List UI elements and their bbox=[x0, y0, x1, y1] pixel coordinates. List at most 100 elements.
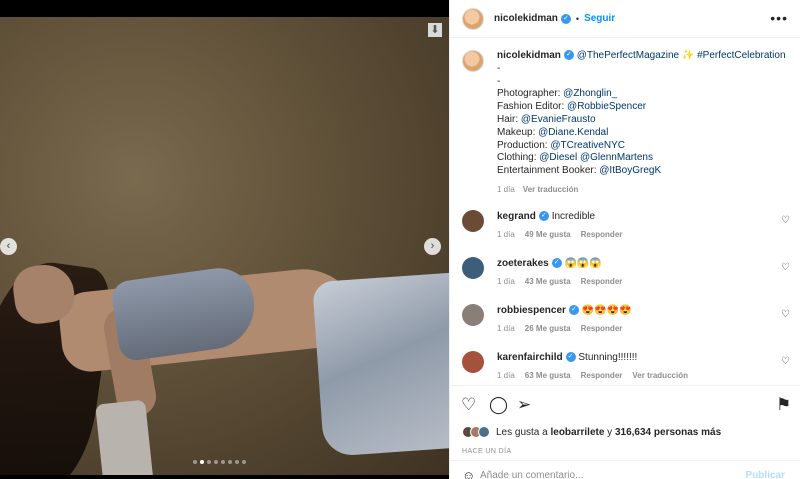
comment-bar: ☺ Publicar bbox=[450, 460, 800, 479]
likes-summary: Les gusta a leobarrilete y 316,634 perso… bbox=[462, 426, 721, 438]
comment: kegrand ✓ Incredible 1 día 49 Me gusta Resp… bbox=[462, 210, 792, 239]
verified-icon: ✓ bbox=[568, 305, 579, 316]
carousel-next-button[interactable]: › bbox=[424, 238, 441, 255]
credit-handle[interactable]: @Zhonglin_ bbox=[563, 88, 617, 99]
caption-username[interactable]: nicolekidman bbox=[497, 50, 561, 61]
publish-button[interactable]: Publicar bbox=[746, 470, 785, 479]
comment-like-icon[interactable]: ♡ bbox=[781, 262, 790, 273]
caption-dash: - bbox=[497, 75, 501, 87]
caption-hashtag[interactable]: #PerfectCelebration bbox=[697, 50, 785, 61]
comment-time[interactable]: 1 día bbox=[497, 230, 515, 239]
credit-handle[interactable]: @GlennMartens bbox=[580, 152, 653, 163]
download-icon[interactable]: ⬇ bbox=[428, 23, 442, 37]
comment-likes-label: 26 Me gusta bbox=[524, 324, 571, 333]
reply-button[interactable]: Responder bbox=[581, 371, 623, 380]
caption-avatar[interactable] bbox=[462, 50, 484, 72]
post-panel: nicolekidman ✓ • Seguir ••• nicolekidman… bbox=[449, 0, 800, 479]
comment-avatar[interactable] bbox=[462, 304, 484, 326]
comment-username[interactable]: zoeterakes bbox=[497, 258, 549, 269]
comment: karenfairchild ✓ Stunning!!!!!!! 1 día 63 … bbox=[462, 351, 792, 380]
translate-link[interactable]: Ver traducción bbox=[523, 185, 579, 194]
comment-like-icon[interactable]: ♡ bbox=[781, 215, 790, 226]
credit-handle[interactable]: @ItBoyGregK bbox=[599, 165, 661, 176]
comment-input[interactable] bbox=[480, 470, 730, 479]
reply-label: Responder bbox=[580, 277, 623, 286]
credit-label: Production: bbox=[497, 139, 551, 151]
post-media: ⬇ ‹ › bbox=[0, 0, 449, 479]
credit-line: Production: @TCreativeNYC bbox=[497, 140, 792, 153]
liker-avatar bbox=[478, 426, 490, 438]
caption-dash: - bbox=[497, 62, 501, 74]
comment-avatar[interactable] bbox=[462, 257, 484, 279]
verified-icon: ✓ bbox=[551, 258, 562, 269]
comment-username[interactable]: karenfairchild bbox=[497, 352, 563, 363]
bookmark-icon[interactable]: ⚑ bbox=[776, 395, 791, 415]
verified-icon: ✓ bbox=[563, 50, 574, 61]
carousel-dot bbox=[242, 460, 246, 464]
comment-body: karenfairchild ✓ Stunning!!!!!!! 1 día 63 … bbox=[497, 351, 792, 380]
liker-username[interactable]: leobarrilete bbox=[550, 427, 604, 438]
carousel-dot bbox=[214, 460, 218, 464]
verified-icon: ✓ bbox=[565, 352, 576, 363]
comment-time[interactable]: 1 día bbox=[497, 371, 515, 380]
photo-jeans bbox=[312, 271, 449, 458]
comment-username[interactable]: kegrand bbox=[497, 211, 536, 222]
credit-handle[interactable]: @RobbieSpencer bbox=[567, 101, 646, 112]
credit-handle[interactable]: @EvanieFrausto bbox=[521, 114, 596, 125]
like-icon[interactable]: ♡ bbox=[461, 395, 476, 415]
comment-text-line: zoeterakes ✓ 😱😱😱 bbox=[497, 257, 792, 270]
author-username[interactable]: nicolekidman bbox=[494, 13, 558, 24]
comment-likes[interactable]: 49 Me gusta bbox=[525, 230, 571, 239]
comment-like-icon[interactable]: ♡ bbox=[781, 309, 790, 320]
comment: robbiespencer ✓ 😍😍😍😍 1 día 26 Me gusta Resp… bbox=[462, 304, 792, 333]
post-photo[interactable] bbox=[0, 17, 449, 475]
comment-avatar[interactable] bbox=[462, 210, 484, 232]
credit-line: Makeup: @Diane.Kendal bbox=[497, 127, 792, 140]
comment-likes[interactable]: 26 Me gusta bbox=[525, 324, 571, 333]
comment-time[interactable]: 1 día bbox=[497, 277, 515, 286]
post-time[interactable]: HACE UN DÍA bbox=[462, 448, 512, 455]
comment-text: 😍😍😍😍 bbox=[581, 305, 632, 316]
comment-username[interactable]: robbiespencer bbox=[497, 305, 566, 316]
credit-handle[interactable]: @Diesel bbox=[539, 152, 577, 163]
follow-button[interactable]: Seguir bbox=[584, 13, 615, 24]
credit-label: Makeup: bbox=[497, 126, 539, 138]
comment-body: zoeterakes ✓ 😱😱😱 1 día 43 Me gusta Responde… bbox=[497, 257, 792, 286]
likes-middle: y bbox=[604, 426, 615, 438]
photo-sleeve bbox=[95, 399, 155, 475]
translate-link[interactable]: Ver traducción bbox=[632, 371, 688, 380]
comment-text-line: kegrand ✓ Incredible bbox=[497, 210, 792, 223]
carousel-prev-button[interactable]: ‹ bbox=[0, 238, 17, 255]
comment-likes[interactable]: 43 Me gusta bbox=[525, 277, 571, 286]
share-icon[interactable]: ➢ bbox=[517, 395, 531, 415]
comment-time[interactable]: 1 día bbox=[497, 324, 515, 333]
carousel-dot bbox=[207, 460, 211, 464]
post-header: nicolekidman ✓ • Seguir ••• bbox=[450, 0, 800, 38]
carousel-dot-active bbox=[200, 460, 204, 464]
credit-handle[interactable]: @Diane.Kendal bbox=[538, 127, 608, 138]
comment-meta: 1 día 63 Me gusta Responder Ver traducción bbox=[497, 371, 792, 380]
more-icon[interactable]: ••• bbox=[770, 10, 788, 26]
comment-avatar[interactable] bbox=[462, 351, 484, 373]
comment-like-icon[interactable]: ♡ bbox=[781, 356, 790, 367]
emoji-icon[interactable]: ☺ bbox=[462, 468, 475, 479]
reply-button[interactable]: Responder bbox=[581, 230, 623, 239]
caption-mention[interactable]: @ThePerfectMagazine bbox=[577, 50, 679, 61]
carousel-dot bbox=[221, 460, 225, 464]
caption-body: nicolekidman ✓ @ThePerfectMagazine ✨ #Per… bbox=[497, 50, 792, 197]
comment-icon[interactable]: ◯ bbox=[489, 395, 508, 415]
comment-likes[interactable]: 63 Me gusta bbox=[525, 371, 571, 380]
verified-icon: ✓ bbox=[538, 211, 549, 222]
likes-count[interactable]: 316,634 personas más bbox=[615, 427, 721, 438]
translate-label: Ver traducción bbox=[632, 371, 688, 380]
sparkle-emoji: ✨ bbox=[681, 50, 695, 61]
action-bar: ♡ ◯ ➢ ⚑ bbox=[450, 385, 800, 425]
reply-button[interactable]: Responder bbox=[581, 277, 623, 286]
caption-time[interactable]: 1 día bbox=[497, 185, 515, 194]
author-avatar[interactable] bbox=[462, 7, 484, 30]
reply-button[interactable]: Responder bbox=[581, 324, 623, 333]
credit-line: Photographer: @Zhonglin_ bbox=[497, 88, 792, 101]
credit-handle[interactable]: @TCreativeNYC bbox=[550, 140, 625, 151]
header-separator: • bbox=[575, 13, 580, 24]
credit-line: Entertainment Booker: @ItBoyGregK bbox=[497, 165, 792, 178]
